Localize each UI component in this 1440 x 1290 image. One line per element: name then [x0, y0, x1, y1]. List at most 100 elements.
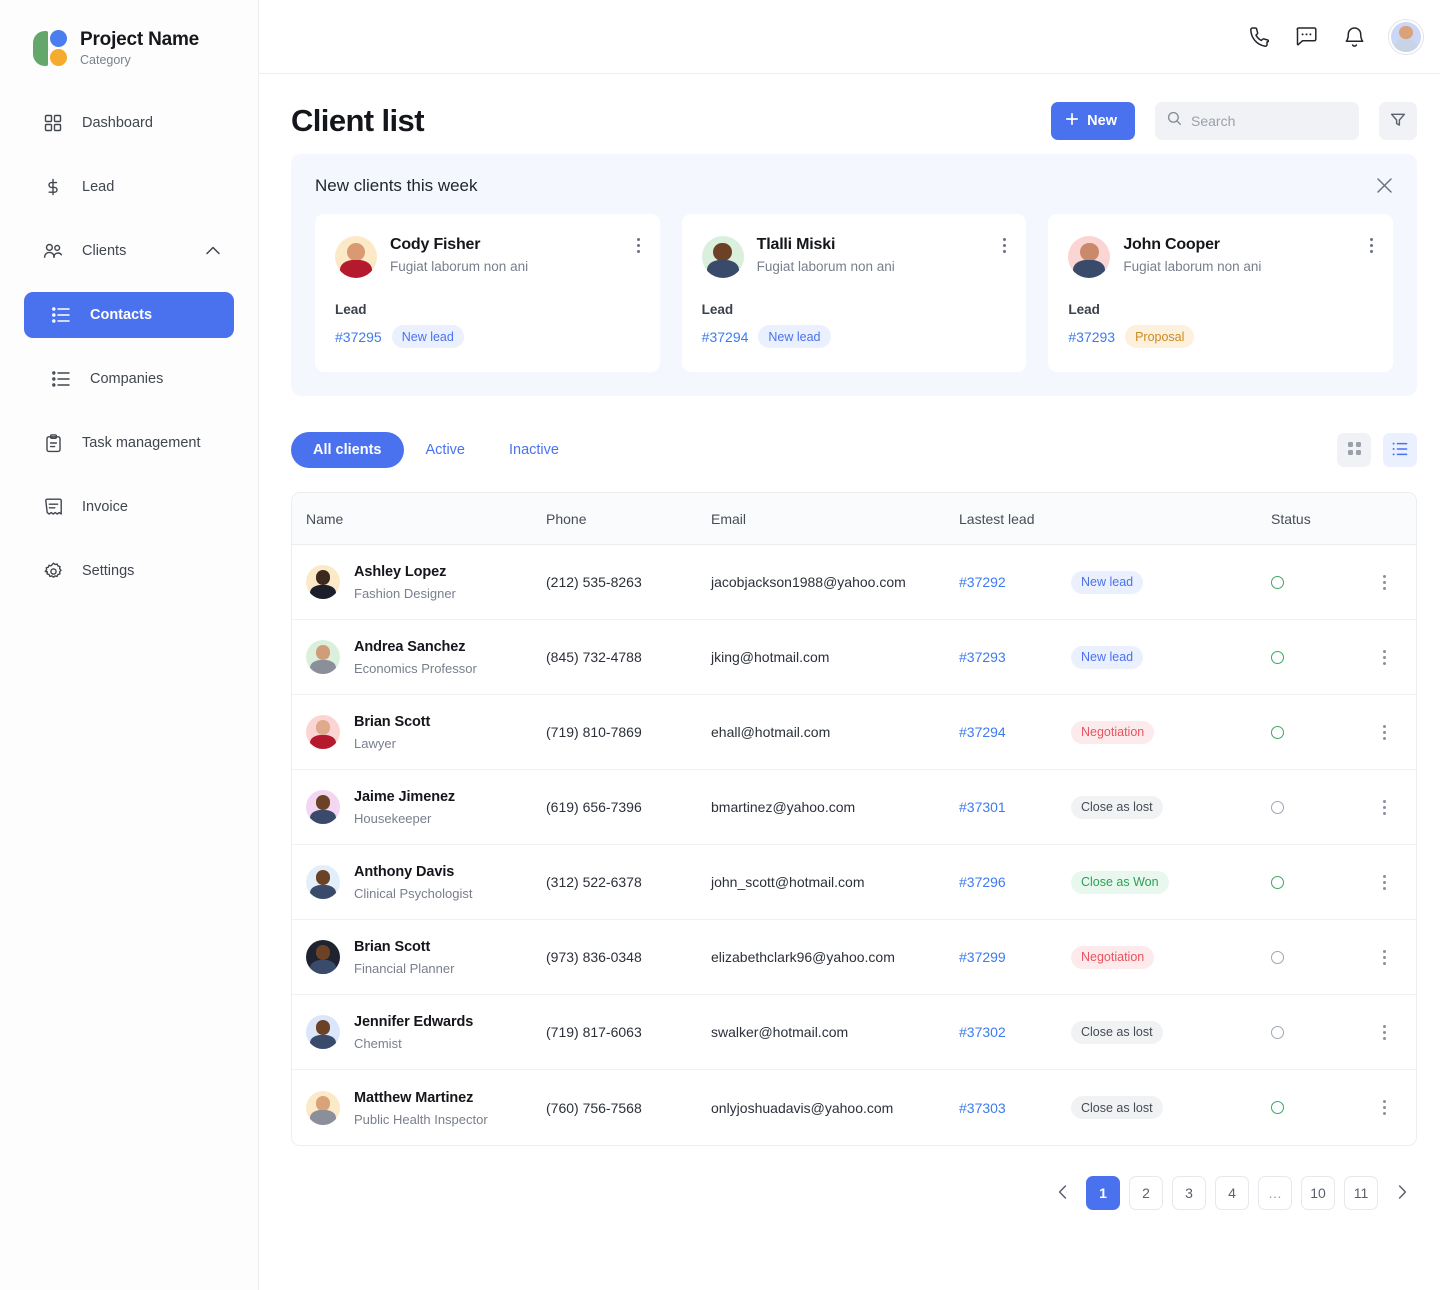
lead-id-link[interactable]: #37295	[335, 329, 382, 345]
row-menu-button[interactable]	[1379, 871, 1390, 894]
chevron-right-icon	[1398, 1185, 1407, 1202]
pagination-next-button[interactable]	[1387, 1176, 1417, 1210]
tab-all-clients[interactable]: All clients	[291, 432, 404, 468]
avatar	[702, 236, 744, 278]
sidebar-item-contacts[interactable]: Contacts	[24, 292, 234, 338]
table-row[interactable]: Andrea SanchezEconomics Professor(845) 7…	[292, 620, 1416, 695]
lead-id-link[interactable]: #37301	[959, 799, 1071, 815]
lead-id-link[interactable]: #37303	[959, 1100, 1071, 1116]
table-row[interactable]: Anthony DavisClinical Psychologist(312) …	[292, 845, 1416, 920]
tab-inactive[interactable]: Inactive	[487, 432, 581, 468]
client-name: Andrea Sanchez	[354, 639, 465, 655]
status-indicator[interactable]	[1271, 726, 1284, 739]
client-phone: (973) 836-0348	[546, 949, 711, 965]
pagination-page-button[interactable]: 3	[1172, 1176, 1206, 1210]
client-email: swalker@hotmail.com	[711, 1024, 959, 1040]
client-name: Cody Fisher	[390, 236, 528, 254]
row-menu-button[interactable]	[1379, 646, 1390, 669]
page-title: Client list	[291, 103, 424, 139]
pagination-page-button[interactable]: 1	[1086, 1176, 1120, 1210]
pagination-page-button[interactable]: 2	[1129, 1176, 1163, 1210]
sidebar-item-companies[interactable]: Companies	[24, 356, 234, 402]
banner-close-button[interactable]	[1371, 174, 1397, 200]
lead-id-link[interactable]: #37296	[959, 874, 1071, 890]
sidebar-item-settings[interactable]: Settings	[24, 548, 234, 594]
chevron-up-icon[interactable]	[206, 243, 220, 259]
header-actions: New	[1051, 102, 1417, 140]
filter-icon	[1390, 112, 1406, 131]
card-menu-button[interactable]	[635, 236, 642, 255]
row-menu-button[interactable]	[1379, 796, 1390, 819]
lead-id-link[interactable]: #37293	[1068, 329, 1115, 345]
lead-id-link[interactable]: #37302	[959, 1024, 1071, 1040]
sidebar-item-invoice[interactable]: Invoice	[24, 484, 234, 530]
invoice-icon	[42, 496, 64, 518]
card-menu-button[interactable]	[1001, 236, 1008, 255]
table-row[interactable]: Jennifer EdwardsChemist(719) 817-6063swa…	[292, 995, 1416, 1070]
new-client-card[interactable]: Cody FisherFugiat laborum non aniLead#37…	[315, 214, 660, 372]
sidebar-item-clients[interactable]: Clients	[24, 228, 234, 274]
lead-id-link[interactable]: #37299	[959, 949, 1071, 965]
lead-id-link[interactable]: #37293	[959, 649, 1071, 665]
status-indicator[interactable]	[1271, 1101, 1284, 1114]
status-indicator[interactable]	[1271, 651, 1284, 664]
pagination: 1234…1011	[291, 1176, 1417, 1230]
table-row[interactable]: Jaime JimenezHousekeeper(619) 656-7396bm…	[292, 770, 1416, 845]
status-indicator[interactable]	[1271, 876, 1284, 889]
grid-view-button[interactable]	[1337, 433, 1371, 467]
table-row[interactable]: Matthew MartinezPublic Health Inspector(…	[292, 1070, 1416, 1145]
client-role: Fashion Designer	[354, 586, 456, 601]
lead-id-link[interactable]: #37294	[702, 329, 749, 345]
status-indicator[interactable]	[1271, 1026, 1284, 1039]
pagination-page-button[interactable]: 11	[1344, 1176, 1378, 1210]
list-view-button[interactable]	[1383, 433, 1417, 467]
status-indicator[interactable]	[1271, 576, 1284, 589]
sidebar-nav: Dashboard Lead Clients	[0, 100, 258, 594]
lead-status-badge: Close as lost	[1071, 1021, 1163, 1044]
search-box[interactable]	[1155, 102, 1359, 140]
pagination-prev-button[interactable]	[1047, 1176, 1077, 1210]
client-name: John Cooper	[1123, 236, 1261, 254]
clients-table: Name Phone Email Lastest lead Status Ash…	[291, 492, 1417, 1146]
lead-id-link[interactable]: #37292	[959, 574, 1071, 590]
table-row[interactable]: Brian ScottFinancial Planner(973) 836-03…	[292, 920, 1416, 995]
sidebar-item-lead[interactable]: Lead	[24, 164, 234, 210]
client-description: Fugiat laborum non ani	[390, 259, 528, 274]
chat-icon[interactable]	[1293, 24, 1319, 50]
row-menu-button[interactable]	[1379, 1096, 1390, 1119]
brand[interactable]: Project Name Category	[0, 18, 258, 78]
sidebar-item-label: Clients	[82, 243, 126, 259]
phone-icon[interactable]	[1245, 24, 1271, 50]
row-menu-button[interactable]	[1379, 946, 1390, 969]
client-name: Anthony Davis	[354, 864, 454, 880]
table-row[interactable]: Ashley LopezFashion Designer(212) 535-82…	[292, 545, 1416, 620]
card-menu-button[interactable]	[1368, 236, 1375, 255]
new-button[interactable]: New	[1051, 102, 1135, 140]
new-button-label: New	[1087, 113, 1117, 129]
status-indicator[interactable]	[1271, 801, 1284, 814]
pagination-page-button[interactable]: 10	[1301, 1176, 1335, 1210]
status-badge: Proposal	[1125, 325, 1194, 348]
lead-status-badge: Close as lost	[1071, 1096, 1163, 1119]
search-input[interactable]	[1191, 113, 1347, 129]
new-client-card[interactable]: Tlalli MiskiFugiat laborum non aniLead#3…	[682, 214, 1027, 372]
sidebar-item-dashboard[interactable]: Dashboard	[24, 100, 234, 146]
close-icon	[1376, 177, 1393, 197]
pagination-page-button[interactable]: 4	[1215, 1176, 1249, 1210]
row-menu-button[interactable]	[1379, 571, 1390, 594]
tab-active[interactable]: Active	[404, 432, 488, 468]
lead-id-link[interactable]: #37294	[959, 724, 1071, 740]
status-indicator[interactable]	[1271, 951, 1284, 964]
user-avatar[interactable]	[1389, 20, 1423, 54]
row-menu-button[interactable]	[1379, 1021, 1390, 1044]
row-menu-button[interactable]	[1379, 721, 1390, 744]
lead-label: Lead	[702, 302, 1007, 317]
dollar-icon	[42, 176, 64, 198]
column-header-status: Status	[1271, 511, 1379, 527]
table-row[interactable]: Brian ScottLawyer(719) 810-7869ehall@hot…	[292, 695, 1416, 770]
sidebar-item-task-management[interactable]: Task management	[24, 420, 234, 466]
bell-icon[interactable]	[1341, 24, 1367, 50]
filter-button[interactable]	[1379, 102, 1417, 140]
lead-label: Lead	[1068, 302, 1373, 317]
new-client-card[interactable]: John CooperFugiat laborum non aniLead#37…	[1048, 214, 1393, 372]
